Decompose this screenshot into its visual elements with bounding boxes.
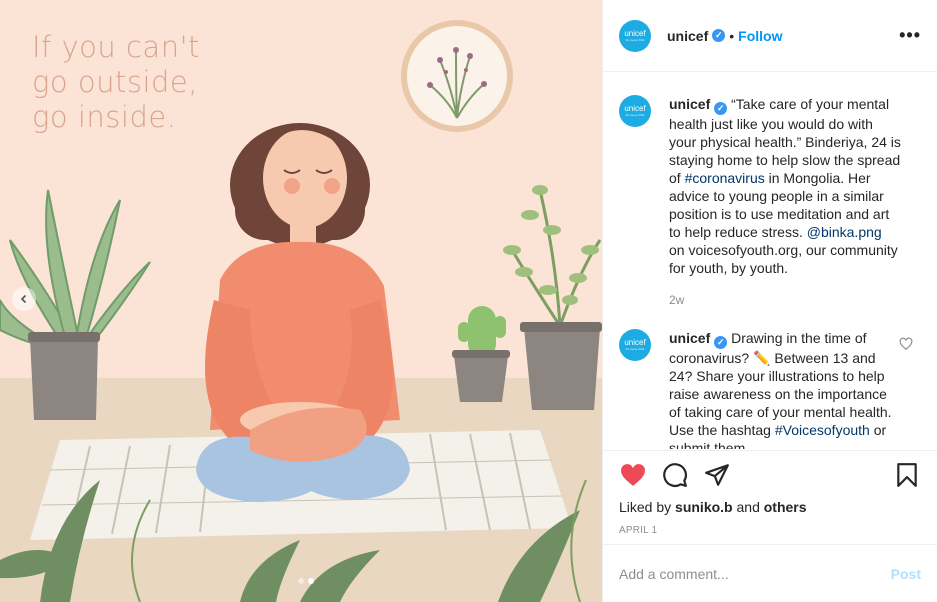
avatar-tagline: for every child: [625, 37, 645, 42]
heart-filled-icon: [621, 464, 645, 486]
add-comment-bar: Post: [603, 544, 937, 602]
liked-user-link[interactable]: suniko.b: [675, 499, 733, 515]
headline-line-2: go outside,: [32, 65, 198, 99]
comment-username[interactable]: unicef: [669, 330, 710, 346]
comment-text: unicef ✓ Drawing in the time of coronavir…: [669, 329, 901, 449]
previous-slide-button[interactable]: [12, 287, 36, 311]
more-options-icon[interactable]: •••: [899, 25, 921, 46]
follow-button[interactable]: Follow: [738, 28, 782, 44]
post-image[interactable]: If you can't go outside, go inside.: [0, 0, 602, 602]
action-bar: [619, 451, 921, 499]
post-date[interactable]: APRIL 1: [619, 525, 921, 536]
image-headline: If you can't go outside, go inside.: [32, 30, 200, 135]
comment-username[interactable]: unicef: [669, 96, 710, 112]
like-button[interactable]: [619, 461, 647, 489]
paper-plane-icon: [705, 464, 729, 486]
save-button[interactable]: [893, 461, 921, 489]
comment-text-part: on voicesofyouth.org, our community for …: [669, 242, 898, 276]
verified-badge-icon: ✓: [714, 336, 728, 349]
post-comment-button[interactable]: Post: [891, 566, 921, 582]
comment-bubble-icon: [663, 463, 687, 487]
post-author-username[interactable]: unicef: [667, 28, 708, 44]
carousel-indicator: [298, 578, 314, 584]
post-actions: Liked by suniko.b and others APRIL 1: [603, 450, 937, 536]
comment-button[interactable]: [661, 461, 689, 489]
avatar[interactable]: unicef for every child: [619, 329, 651, 361]
liked-others-link[interactable]: others: [764, 499, 807, 515]
liked-prefix: Liked by: [619, 499, 676, 515]
carousel-dot: [298, 578, 304, 584]
headline-line-1: If you can't: [32, 30, 200, 64]
comment-text: unicef ✓ “Take care of your mental health…: [669, 95, 901, 277]
share-button[interactable]: [703, 461, 731, 489]
post-side-panel: unicef for every child unicef ✓ • Follow…: [602, 0, 937, 602]
avatar-logo-text: unicef: [624, 28, 646, 38]
carousel-dot-active: [308, 578, 314, 584]
avatar-logo-text: unicef: [624, 104, 646, 113]
post-header: unicef for every child unicef ✓ • Follow…: [603, 0, 937, 72]
caption-comment: unicef for every child unicef ✓ “Take car…: [619, 95, 921, 307]
bookmark-icon: [897, 463, 917, 487]
comment-content: unicef ✓ “Take care of your mental health…: [669, 95, 901, 307]
comments-list[interactable]: unicef for every child unicef ✓ “Take car…: [603, 73, 937, 449]
avatar[interactable]: unicef for every child: [619, 95, 651, 127]
chevron-left-icon: [20, 294, 27, 304]
comment-like-heart-icon[interactable]: [899, 337, 913, 351]
liked-join: and: [732, 499, 764, 515]
avatar-logo-text: unicef: [624, 338, 646, 347]
avatar[interactable]: unicef for every child: [619, 19, 651, 52]
mention-link[interactable]: @binka.png: [807, 224, 882, 240]
likes-summary: Liked by suniko.b and others: [619, 499, 921, 515]
hashtag-link[interactable]: #coronavirus: [685, 170, 765, 186]
hashtag-link[interactable]: #Voicesofyouth: [775, 422, 870, 438]
avatar-tagline: for every child: [625, 347, 645, 351]
separator: •: [729, 27, 735, 44]
avatar-tagline: for every child: [625, 113, 645, 117]
comment-time: 2w: [669, 293, 685, 307]
comment: unicef for every child unicef ✓ Drawing i…: [619, 329, 921, 449]
comment-input[interactable]: [619, 565, 891, 582]
headline-line-3: go inside.: [32, 100, 177, 134]
verified-badge-icon: ✓: [712, 29, 726, 42]
verified-badge-icon: ✓: [714, 102, 728, 115]
